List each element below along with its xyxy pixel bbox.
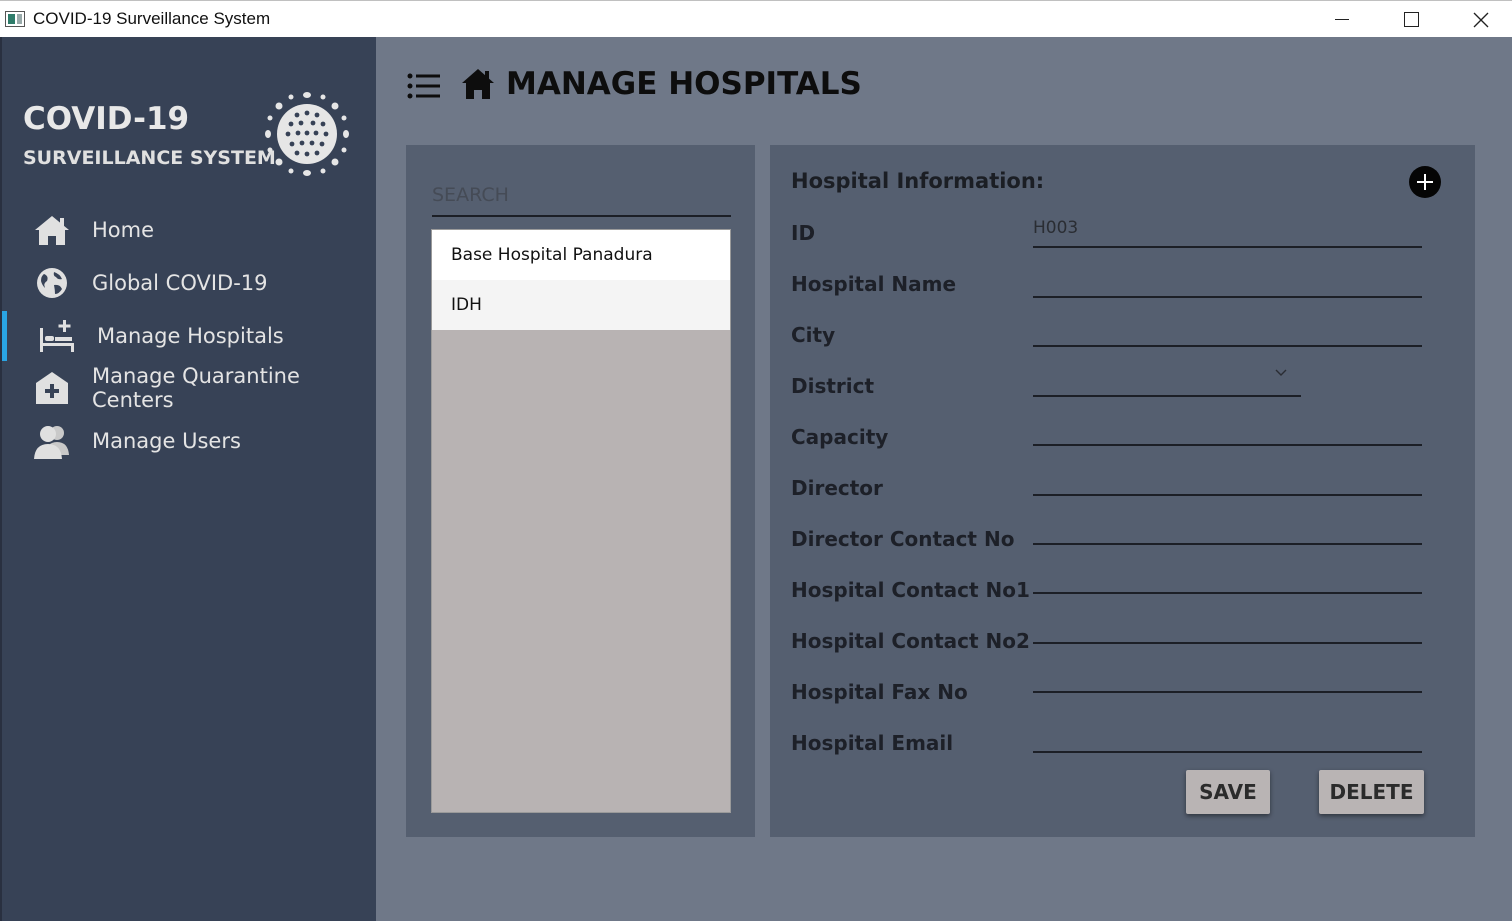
home-icon	[35, 216, 69, 245]
director-field[interactable]	[1033, 458, 1422, 496]
app-icon	[5, 11, 25, 27]
field-label-fax: Hospital Fax No	[791, 680, 968, 704]
sidebar-item-manage-hospitals[interactable]: Manage Hospitals	[2, 311, 376, 361]
sidebar-item-label: Manage Hospitals	[97, 324, 284, 348]
field-label-hospital-contact-2: Hospital Contact No2	[791, 629, 1030, 653]
hospital-contact-2-field[interactable]	[1033, 606, 1422, 644]
list-item[interactable]: Base Hospital Panadura	[432, 230, 730, 280]
sidebar-item-manage-quarantine-centers[interactable]: Manage Quarantine Centers	[2, 363, 376, 413]
brand-subtitle: SURVEILLANCE SYSTEM	[23, 147, 276, 169]
field-label-district: District	[791, 374, 875, 398]
hospital-form-panel: Hospital Information: ID Hospital Name C…	[770, 145, 1475, 837]
field-label-director: Director	[791, 476, 883, 500]
sidebar: COVID-19 SURVEILLANCE SYSTEM Home Global…	[0, 37, 376, 921]
city-field[interactable]	[1033, 309, 1422, 347]
hospital-name-field[interactable]	[1033, 260, 1422, 298]
field-label-city: City	[791, 323, 836, 347]
close-button[interactable]	[1446, 1, 1512, 38]
sidebar-item-manage-users[interactable]: Manage Users	[2, 416, 376, 466]
field-label-id: ID	[791, 221, 816, 245]
id-field[interactable]	[1033, 210, 1422, 248]
page-title: MANAGE HOSPITALS	[506, 66, 862, 102]
brand-title: COVID-19	[23, 101, 190, 137]
maximize-button[interactable]	[1376, 1, 1446, 38]
sidebar-item-label: Manage Quarantine Centers	[92, 364, 300, 412]
users-icon	[34, 426, 69, 459]
sidebar-item-global-covid[interactable]: Global COVID-19	[2, 258, 376, 308]
field-label-hospital-name: Hospital Name	[791, 272, 957, 296]
home-icon	[462, 69, 494, 99]
sidebar-item-home[interactable]: Home	[2, 205, 376, 255]
chevron-down-icon	[1275, 369, 1287, 376]
virus-icon	[265, 92, 349, 176]
district-select[interactable]	[1033, 359, 1301, 397]
hospital-contact-1-field[interactable]	[1033, 556, 1422, 594]
save-button[interactable]: SAVE	[1186, 770, 1270, 814]
minimize-button[interactable]	[1307, 1, 1377, 38]
field-label-director-contact: Director Contact No	[791, 527, 1015, 551]
sidebar-item-label: Home	[92, 218, 155, 242]
window-title: COVID-19 Surveillance System	[33, 9, 271, 28]
field-label-capacity: Capacity	[791, 425, 889, 449]
hospital-list[interactable]: Base Hospital Panadura IDH	[431, 229, 731, 813]
delete-button[interactable]: DELETE	[1319, 770, 1424, 814]
sidebar-item-label: Manage Users	[92, 429, 241, 453]
list-item[interactable]: IDH	[432, 280, 730, 330]
capacity-field[interactable]	[1033, 408, 1422, 446]
hospital-bed-icon	[40, 320, 74, 352]
field-label-hospital-contact-1: Hospital Contact No1	[791, 578, 1030, 602]
globe-icon	[37, 268, 67, 298]
close-icon	[1473, 12, 1489, 27]
email-field[interactable]	[1033, 715, 1422, 753]
search-input[interactable]	[432, 175, 731, 215]
form-heading: Hospital Information:	[791, 169, 1045, 193]
title-bar: COVID-19 Surveillance System	[0, 0, 1512, 37]
field-label-email: Hospital Email	[791, 731, 954, 755]
medical-house-icon	[36, 372, 68, 404]
menu-icon[interactable]	[406, 70, 442, 102]
fax-field[interactable]	[1033, 655, 1422, 693]
add-hospital-button[interactable]	[1409, 166, 1441, 198]
hospital-list-panel: Base Hospital Panadura IDH	[406, 145, 755, 837]
sidebar-item-label: Global COVID-19	[92, 271, 268, 295]
search-field	[432, 175, 731, 217]
director-contact-field[interactable]	[1033, 507, 1422, 545]
